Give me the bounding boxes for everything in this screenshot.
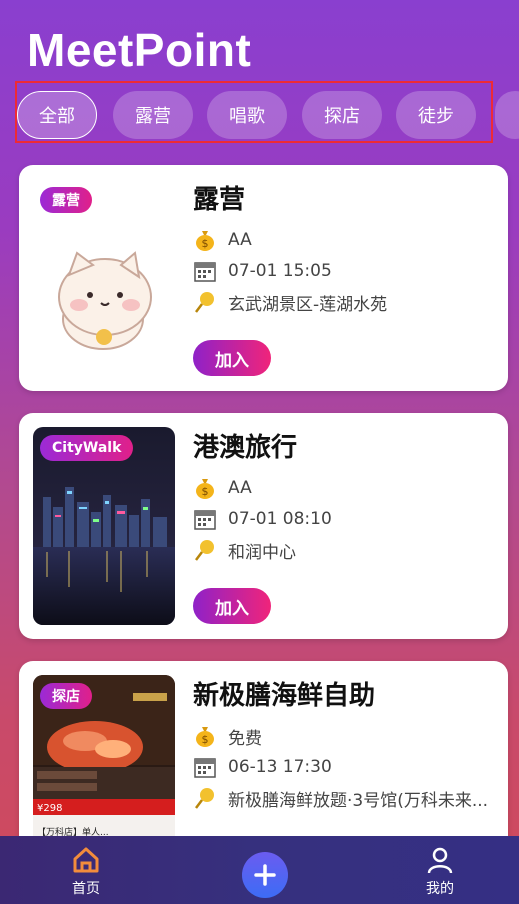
svg-text:$: $ — [202, 733, 209, 746]
plus-icon — [254, 864, 276, 886]
cost-text: AA — [228, 478, 252, 498]
datetime-text: 06-13 17:30 — [228, 757, 332, 777]
location-row: 玄武湖景区-莲湖水苑 — [193, 289, 387, 315]
location-text: 和润中心 — [228, 542, 296, 563]
money-bag-icon: $ — [193, 476, 217, 500]
category-filter-bar[interactable]: 全部 露营 唱歌 探店 徒步 — [17, 91, 519, 139]
home-icon — [73, 847, 99, 873]
money-bag-icon: $ — [193, 724, 217, 748]
filter-chip-all[interactable]: 全部 — [17, 91, 97, 139]
app-title: MeetPoint — [27, 24, 252, 76]
join-button[interactable]: 加入 — [193, 588, 271, 624]
filter-chip-partial[interactable] — [495, 91, 519, 139]
cost-row: $ 免费 — [193, 723, 262, 749]
event-title: 露营 — [193, 185, 246, 215]
datetime-text: 07-01 08:10 — [228, 509, 332, 529]
nav-home[interactable]: 首页 — [46, 846, 126, 898]
event-title: 港澳旅行 — [193, 433, 298, 463]
datetime-row: 07-01 15:05 — [193, 258, 332, 284]
calendar-icon — [193, 755, 217, 779]
location-pin-icon — [193, 290, 217, 314]
datetime-text: 07-01 15:05 — [228, 261, 332, 281]
location-row: 和润中心 — [193, 537, 296, 563]
category-tag: 探店 — [40, 683, 92, 709]
event-card[interactable]: CityWalk 港澳旅行 $ AA 07-01 08:10 和润中心 加入 — [19, 413, 508, 639]
location-text: 新极膳海鲜放题·3号馆(万科未来... — [228, 790, 489, 811]
event-image: CityWalk — [33, 427, 175, 625]
event-card[interactable]: 露营 露营 $ AA 07-01 15:05 玄武湖景区-莲湖水苑 加入 — [19, 165, 508, 391]
cost-text: 免费 — [228, 728, 262, 749]
price-label: ¥298 — [37, 803, 62, 814]
calendar-icon — [193, 507, 217, 531]
category-tag: CityWalk — [40, 435, 134, 461]
user-icon — [427, 847, 453, 874]
cost-row: $ AA — [193, 475, 252, 501]
datetime-row: 06-13 17:30 — [193, 754, 332, 780]
event-image: 露营 — [33, 179, 175, 377]
money-bag-icon: $ — [193, 228, 217, 252]
nav-mine[interactable]: 我的 — [400, 846, 480, 898]
location-pin-icon — [193, 786, 217, 810]
nav-home-label: 首页 — [72, 881, 100, 897]
filter-chip-hiking[interactable]: 徒步 — [396, 91, 476, 139]
join-button[interactable]: 加入 — [193, 340, 271, 376]
cost-row: $ AA — [193, 227, 252, 253]
cost-text: AA — [228, 230, 252, 250]
filter-chip-camping[interactable]: 露营 — [113, 91, 193, 139]
svg-text:$: $ — [202, 485, 209, 498]
bottom-nav: 首页 我的 — [0, 836, 519, 904]
add-event-button[interactable] — [242, 852, 288, 898]
event-title: 新极膳海鲜自助 — [193, 681, 376, 711]
location-pin-icon — [193, 538, 217, 562]
filter-chip-explore-shops[interactable]: 探店 — [302, 91, 382, 139]
calendar-icon — [193, 259, 217, 283]
location-text: 玄武湖景区-莲湖水苑 — [228, 294, 388, 315]
filter-chip-singing[interactable]: 唱歌 — [207, 91, 287, 139]
nav-mine-label: 我的 — [426, 881, 454, 897]
svg-text:$: $ — [202, 237, 209, 250]
category-tag: 露营 — [40, 187, 92, 213]
location-row: 新极膳海鲜放题·3号馆(万科未来... — [193, 785, 488, 811]
datetime-row: 07-01 08:10 — [193, 506, 332, 532]
